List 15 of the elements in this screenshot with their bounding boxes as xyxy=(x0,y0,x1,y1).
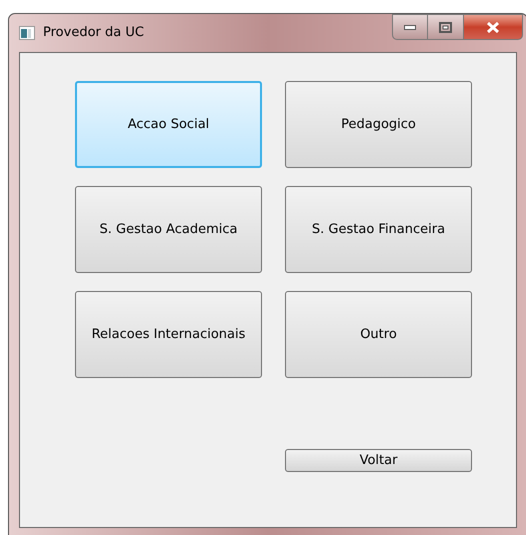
menu-button[interactable]: Pedagogico xyxy=(285,81,472,168)
minimize-icon xyxy=(404,24,416,30)
close-button[interactable] xyxy=(463,14,523,40)
maximize-button[interactable] xyxy=(428,14,463,40)
back-button[interactable]: Voltar xyxy=(285,449,472,472)
menu-button[interactable]: Accao Social xyxy=(75,81,262,168)
maximize-icon xyxy=(439,22,452,32)
menu-button[interactable]: Relacoes Internacionais xyxy=(75,291,262,378)
menu-button[interactable]: S. Gestao Financeira xyxy=(285,186,472,273)
close-icon xyxy=(486,22,500,32)
window-title: Provedor da UC xyxy=(43,24,144,42)
minimize-button[interactable] xyxy=(392,14,428,40)
menu-button[interactable]: Outro xyxy=(285,291,472,378)
window-icon xyxy=(19,26,35,40)
menu-button[interactable]: S. Gestao Academica xyxy=(75,186,262,273)
